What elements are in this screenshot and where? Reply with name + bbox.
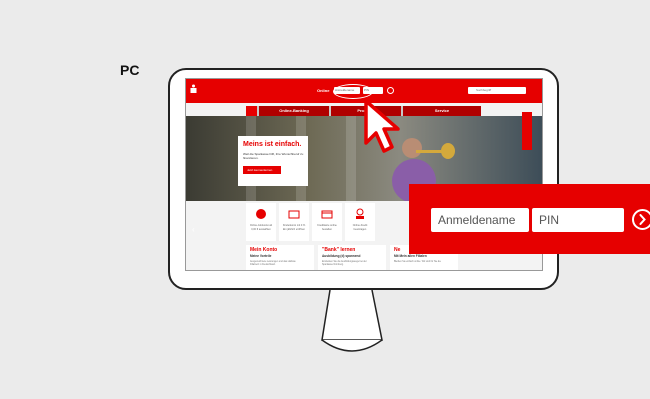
hero-pillar (346, 116, 356, 201)
card-text: Entdecken Sie die Ausbildungswege bei de… (322, 261, 367, 266)
login-arrow-icon[interactable] (632, 209, 650, 230)
sparkasse-logo-icon (190, 84, 197, 93)
teaser-card[interactable]: Mein Konto Meine Vorteile Ausgezeichnete… (246, 245, 314, 270)
card-title: "Bank" lernen (322, 247, 356, 253)
highlight-ring (333, 84, 373, 99)
hero-title: Meins ist einfach. (243, 141, 302, 148)
mouse-pointer-icon (364, 99, 400, 153)
card-text: Bleiben Sie einfach online. Wir sind für… (394, 261, 442, 263)
pin-field[interactable]: PIN (532, 208, 624, 232)
nav-item-online-banking[interactable]: Online-Banking (259, 106, 329, 116)
username-field[interactable]: Anmeldename (431, 208, 529, 232)
tile[interactable]: Kreditkarte online bestellen (312, 203, 342, 241)
login-go-button-small[interactable] (387, 87, 394, 94)
tile[interactable]: Online-Kredit beantragen (345, 203, 375, 241)
tile-text: Kinderkonto mit 0 % Ein jährlich eröffne… (282, 224, 306, 231)
side-contact-bar[interactable] (522, 112, 532, 150)
home-icon[interactable] (246, 106, 257, 116)
online-banking-label: Online (317, 88, 330, 93)
card-icon (256, 209, 266, 219)
tile[interactable]: Kinderkonto mit 0 % Ein jährlich eröffne… (279, 203, 309, 241)
card-subtitle: Meine Vorteile (250, 254, 272, 258)
credit-card-icon (321, 210, 333, 219)
hero-cta-button[interactable]: Jetzt kennenlernen (243, 166, 281, 174)
tile-text: Kreditkarte online bestellen (317, 224, 337, 231)
hero-card: Meins ist einfach. Weil die Sparkasse hi… (238, 136, 308, 186)
card-text: Ausgezeichnete Leistungen und das stärks… (250, 261, 296, 266)
teaser-card[interactable]: "Bank" lernen Ausbildung (d) spannend En… (318, 245, 386, 270)
card-title: Mein Konto (250, 247, 278, 253)
search-input[interactable]: Suchbegriff (468, 87, 526, 94)
card-subtitle: Mit Mein allen Filialen (394, 254, 427, 258)
carousel-prev-icon[interactable]: ‹ (192, 225, 195, 234)
login-zoom-callout: Anmeldename PIN (409, 184, 650, 254)
card-subtitle: Ausbildung (d) spannend (322, 254, 361, 258)
tile-text: Online-Kredit beantragen (352, 224, 368, 231)
card-title: Ne (394, 247, 401, 253)
tile[interactable]: Online-Girokonto ab 0,00 € auswählen (246, 203, 276, 241)
piggy-icon (288, 210, 300, 219)
person-icon (356, 208, 364, 219)
hero-text: Weil die Sparkasse hilft, ihre Wunschber… (243, 152, 304, 160)
tile-text: Online-Girokonto ab 0,00 € auswählen (249, 224, 273, 231)
